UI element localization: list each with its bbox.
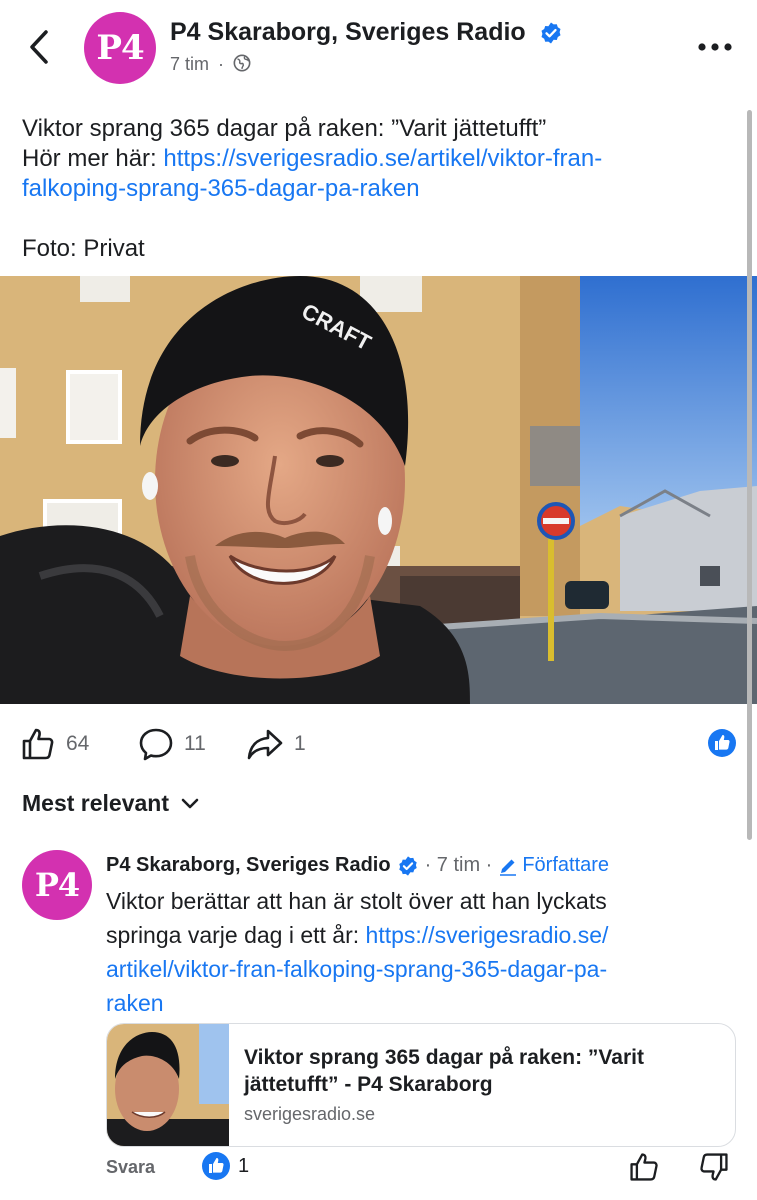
comment-reactions[interactable]: 1: [202, 1152, 249, 1180]
post-photo[interactable]: CRAFT: [0, 276, 757, 704]
comment-like-button[interactable]: [628, 1150, 660, 1189]
more-dots-icon: [698, 43, 732, 51]
thumbs-down-icon: [700, 1153, 728, 1181]
post-headline: Viktor sprang 365 dagar på raken: ”Varit…: [22, 115, 547, 142]
comment-text-line: Viktor berättar att han är stolt över at…: [106, 888, 607, 914]
link-preview-title: Viktor sprang 365 dagar på raken: ”Varit…: [244, 1046, 644, 1096]
avatar-text: P4: [96, 28, 144, 68]
avatar-text: P4: [34, 866, 80, 904]
post-link[interactable]: https://sverigesradio.se/artikel/viktor-…: [163, 145, 602, 172]
comment-link-continued[interactable]: artikel/viktor-fran-falkoping-sprang-365…: [106, 952, 706, 986]
link-preview-thumbnail: [107, 1024, 229, 1146]
post-meta: 7 tim ·: [170, 54, 251, 75]
page-avatar[interactable]: P4: [84, 12, 156, 84]
link-preview-card[interactable]: Viktor sprang 365 dagar på raken: ”Varit…: [106, 1023, 736, 1147]
photo-credit: Foto: Privat: [22, 235, 145, 262]
like-count: 64: [66, 732, 90, 755]
share-button[interactable]: 1: [246, 724, 306, 764]
comment-author-avatar[interactable]: P4: [22, 850, 92, 920]
share-count: 1: [294, 732, 306, 755]
comment-button[interactable]: 11: [138, 724, 206, 764]
thumbs-up-icon: [630, 1153, 658, 1181]
comment-sort-dropdown[interactable]: Mest relevant: [22, 790, 199, 817]
post-link-line: Hör mer här: https://sverigesradio.se/ar…: [22, 144, 722, 174]
like-button[interactable]: 64: [20, 724, 89, 764]
runner-thumbnail-image: [107, 1024, 229, 1146]
share-arrow-icon: [247, 729, 283, 760]
chevron-left-icon: [30, 30, 48, 64]
sort-label: Mest relevant: [22, 790, 170, 816]
pencil-icon: [500, 859, 517, 876]
post-link-prefix: Hör mer här:: [22, 145, 164, 172]
reaction-summary[interactable]: [708, 729, 736, 757]
comment-text-line: springa varje dag i ett år: https://sver…: [106, 918, 706, 952]
comment-link-end[interactable]: raken: [106, 986, 706, 1020]
link-preview-domain: sverigesradio.se: [244, 1104, 376, 1124]
back-button[interactable]: [18, 22, 62, 72]
comment-text: Viktor berättar att han är stolt över at…: [106, 884, 706, 1020]
comment-bubble-icon: [139, 728, 173, 761]
post-text: Viktor sprang 365 dagar på raken: ”Varit…: [22, 114, 722, 264]
thumbs-up-icon: [22, 728, 54, 760]
comment-dislike-button[interactable]: [698, 1150, 730, 1189]
comment-author[interactable]: P4 Skaraborg, Sveriges Radio: [106, 854, 391, 877]
meta-separator: ·: [218, 54, 225, 74]
like-reaction-icon: [202, 1152, 230, 1180]
author-badge-label: Författare: [522, 854, 610, 876]
like-reaction-icon: [708, 729, 736, 757]
post-time: 7 tim: [170, 54, 210, 74]
comment-text-prefix: springa varje dag i ett år:: [106, 922, 366, 948]
comment-header: P4 Skaraborg, Sveriges Radio · 7 tim · F…: [106, 854, 609, 877]
comment-link[interactable]: https://sverigesradio.se/: [366, 922, 609, 948]
verified-badge-icon: [398, 855, 417, 876]
runner-selfie-image: CRAFT: [0, 276, 757, 704]
page-name-row[interactable]: P4 Skaraborg, Sveriges Radio: [170, 18, 563, 47]
verified-badge-icon: [541, 22, 561, 44]
comment-time: · 7 tim ·: [424, 854, 493, 876]
globe-icon: [233, 54, 251, 72]
more-options-button[interactable]: [690, 30, 740, 64]
reply-button[interactable]: Svara: [106, 1157, 155, 1178]
author-badge: Författare: [498, 854, 609, 877]
chevron-down-icon: [181, 798, 199, 808]
post-link-continued[interactable]: falkoping-sprang-365-dagar-pa-raken: [22, 174, 722, 204]
scrollbar[interactable]: [747, 110, 752, 840]
page-name: P4 Skaraborg, Sveriges Radio: [170, 18, 526, 46]
comment-count: 11: [184, 732, 206, 755]
comment-reaction-count: 1: [238, 1154, 250, 1177]
